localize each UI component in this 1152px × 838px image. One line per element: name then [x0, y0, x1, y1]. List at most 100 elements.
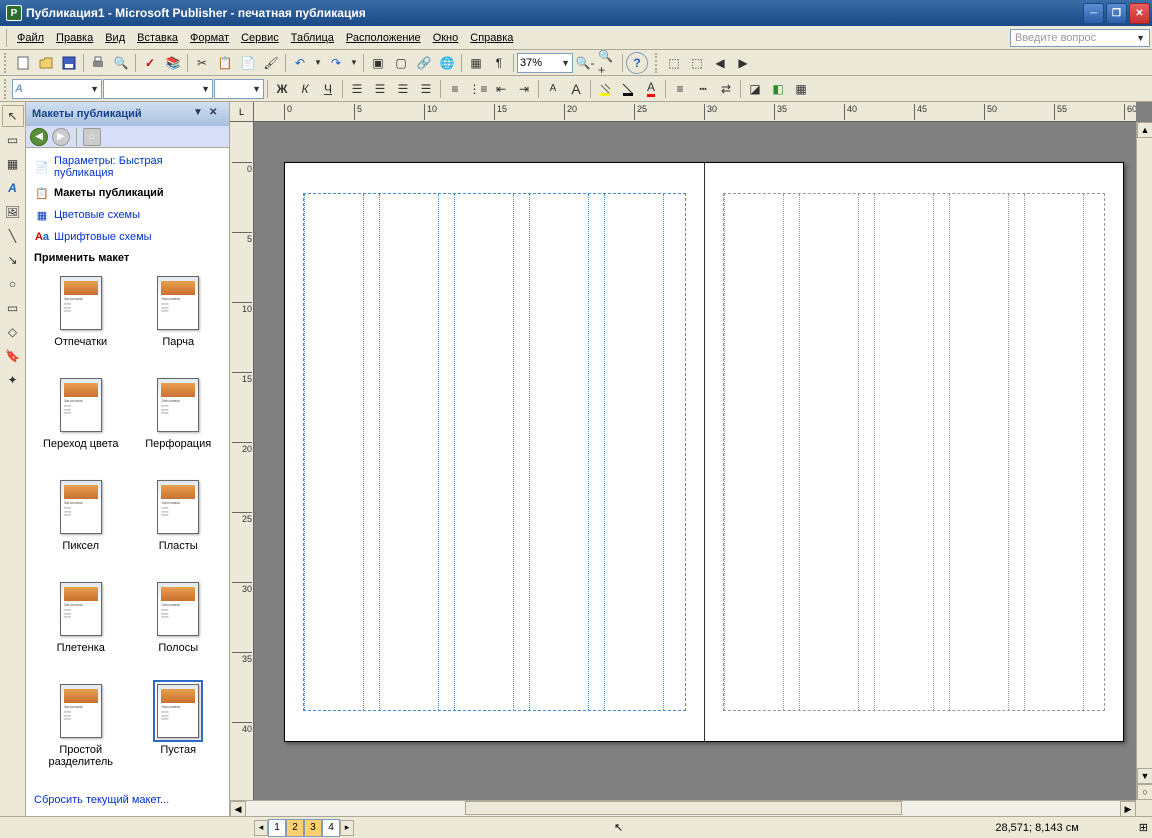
design-gallery-tool[interactable]: ✦	[2, 369, 24, 391]
page-right[interactable]	[705, 163, 1124, 741]
template-item[interactable]: Заголовок━━━━━━━━━━━━Простой разделитель	[34, 680, 128, 784]
template-item[interactable]: Заголовок━━━━━━━━━━━━Парча	[132, 272, 226, 364]
scroll-up-button[interactable]: ▲	[1137, 122, 1152, 138]
template-item[interactable]: Заголовок━━━━━━━━━━━━Перфорация	[132, 374, 226, 466]
rectangle-tool[interactable]: ▭	[2, 297, 24, 319]
template-item[interactable]: Заголовок━━━━━━━━━━━━Пласты	[132, 476, 226, 568]
fill-color-button[interactable]	[594, 78, 616, 100]
insert-table-button[interactable]: ▦	[790, 78, 812, 100]
template-item[interactable]: Заголовок━━━━━━━━━━━━Пиксел	[34, 476, 128, 568]
underline-button[interactable]: Ч	[317, 78, 339, 100]
cut-button[interactable]: ✂	[191, 52, 213, 74]
line-tool[interactable]: ╲	[2, 225, 24, 247]
restore-button[interactable]: ❐	[1106, 3, 1127, 24]
taskpane-link-color-schemes[interactable]: ▦ Цветовые схемы	[34, 204, 225, 226]
menu-file[interactable]: Файл	[11, 30, 50, 46]
bookmark-tool[interactable]: 🔖	[2, 345, 24, 367]
redo-dropdown[interactable]: ▼	[348, 52, 360, 74]
wordart-tool[interactable]: A	[2, 177, 24, 199]
arrow-tool[interactable]: ↘	[2, 249, 24, 271]
oval-tool[interactable]: ○	[2, 273, 24, 295]
menu-window[interactable]: Окно	[427, 30, 465, 46]
decrease-indent-button[interactable]: ⇤	[490, 78, 512, 100]
menu-layout[interactable]: Расположение	[340, 30, 427, 46]
page-nav-1[interactable]: 1	[268, 819, 286, 837]
format-painter-button[interactable]: 🖌	[260, 52, 282, 74]
template-item[interactable]: Заголовок━━━━━━━━━━━━Полосы	[132, 578, 226, 670]
menu-format[interactable]: Формат	[184, 30, 235, 46]
menu-insert[interactable]: Вставка	[131, 30, 184, 46]
next-frame-button[interactable]: ▶	[732, 52, 754, 74]
send-back-button[interactable]: ▢	[390, 52, 412, 74]
text-box-tool[interactable]: ▭	[2, 129, 24, 151]
align-right-button[interactable]: ☰	[392, 78, 414, 100]
print-preview-button[interactable]: 🔍	[110, 52, 132, 74]
canvas-viewport[interactable]	[254, 122, 1136, 800]
zoom-combo[interactable]: 37% ▼	[517, 53, 573, 73]
zoom-in-button[interactable]: 🔍+	[597, 52, 619, 74]
3d-button[interactable]: ◧	[767, 78, 789, 100]
vertical-scrollbar[interactable]: ▲ ▼ ○	[1136, 122, 1152, 800]
connect-frames-button[interactable]: ⬚	[663, 52, 685, 74]
spellcheck-button[interactable]: ✓	[139, 52, 161, 74]
zoom-out-button[interactable]: 🔍-	[574, 52, 596, 74]
open-button[interactable]	[35, 52, 57, 74]
font-combo[interactable]: ▼	[103, 79, 213, 99]
insert-hyperlink-button[interactable]: 🔗	[413, 52, 435, 74]
page-nav-2[interactable]: 2	[286, 819, 304, 837]
toolbar-grip[interactable]	[4, 79, 9, 99]
arrow-style-button[interactable]: ⇄	[715, 78, 737, 100]
taskpane-link-params[interactable]: 📄 Параметры: Быстрая публикация	[34, 152, 225, 182]
page-spread[interactable]	[284, 162, 1124, 742]
numbered-list-button[interactable]: ≡	[444, 78, 466, 100]
paste-button[interactable]: 📄	[237, 52, 259, 74]
menu-grip[interactable]	[2, 29, 7, 47]
taskpane-menu-button[interactable]: ▼	[193, 107, 207, 121]
undo-dropdown[interactable]: ▼	[312, 52, 324, 74]
page-nav-4[interactable]: 4	[322, 819, 340, 837]
research-button[interactable]: 📚	[162, 52, 184, 74]
autoshapes-tool[interactable]: ◇	[2, 321, 24, 343]
vertical-ruler[interactable]: 0510152025303540	[230, 122, 254, 800]
first-page-button[interactable]: ◂	[254, 820, 268, 836]
taskpane-close-button[interactable]: ✕	[209, 107, 223, 121]
page-left[interactable]	[285, 163, 705, 741]
web-preview-button[interactable]: 🌐	[436, 52, 458, 74]
last-page-button[interactable]: ▸	[340, 820, 354, 836]
taskpane-link-font-schemes[interactable]: Aa Шрифтовые схемы	[34, 226, 225, 248]
bulleted-list-button[interactable]: ⋮≡	[467, 78, 489, 100]
menu-edit[interactable]: Правка	[50, 30, 99, 46]
undo-button[interactable]: ↶	[289, 52, 311, 74]
scroll-down-button[interactable]: ▼	[1137, 768, 1152, 784]
menu-service[interactable]: Сервис	[235, 30, 285, 46]
font-size-combo[interactable]: ▼	[214, 79, 264, 99]
scroll-right-button[interactable]: ▶	[1120, 801, 1136, 817]
template-item[interactable]: Заголовок━━━━━━━━━━━━Пустая	[132, 680, 226, 784]
toolbar-grip[interactable]	[4, 53, 9, 73]
minimize-button[interactable]: ─	[1083, 3, 1104, 24]
save-button[interactable]	[58, 52, 80, 74]
copy-button[interactable]: 📋	[214, 52, 236, 74]
menu-view[interactable]: Вид	[99, 30, 131, 46]
page-nav-3[interactable]: 3	[304, 819, 322, 837]
bring-front-button[interactable]: ▣	[367, 52, 389, 74]
bold-button[interactable]: Ж	[271, 78, 293, 100]
taskpane-link-layouts[interactable]: 📋 Макеты публикаций	[34, 182, 225, 204]
redo-button[interactable]: ↷	[325, 52, 347, 74]
shadow-button[interactable]: ◪	[744, 78, 766, 100]
columns-button[interactable]: ▦	[465, 52, 487, 74]
justify-button[interactable]: ☰	[415, 78, 437, 100]
ruler-origin[interactable]: L	[230, 102, 254, 122]
menu-table[interactable]: Таблица	[285, 30, 340, 46]
close-button[interactable]: ✕	[1129, 3, 1150, 24]
taskpane-back-button[interactable]: ◀	[30, 128, 48, 146]
help-button[interactable]: ?	[626, 52, 648, 74]
template-item[interactable]: Заголовок━━━━━━━━━━━━Переход цвета	[34, 374, 128, 466]
font-color-button[interactable]: A	[640, 78, 662, 100]
horizontal-scrollbar[interactable]: ◀ ▶	[230, 800, 1136, 816]
break-link-button[interactable]: ⬚	[686, 52, 708, 74]
align-center-button[interactable]: ☰	[369, 78, 391, 100]
decrease-font-button[interactable]: A	[542, 78, 564, 100]
line-style-button[interactable]: ≡	[669, 78, 691, 100]
line-color-button[interactable]	[617, 78, 639, 100]
